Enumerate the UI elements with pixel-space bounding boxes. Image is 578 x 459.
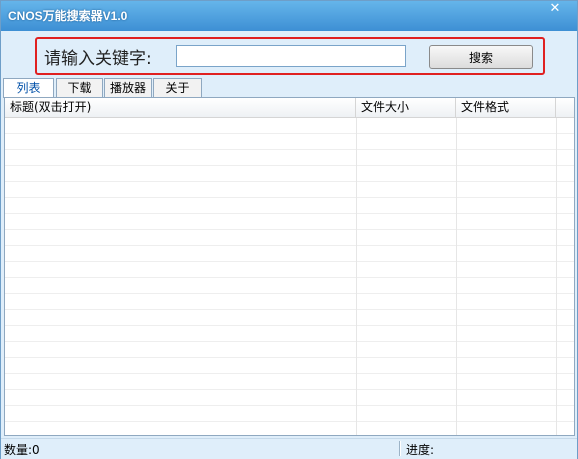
- tab-download[interactable]: 下载: [56, 78, 103, 97]
- window-title: CNOS万能搜索器V1.0: [8, 9, 128, 23]
- search-button[interactable]: 搜索: [429, 45, 533, 69]
- list-body[interactable]: [5, 118, 574, 435]
- title-bar[interactable]: CNOS万能搜索器V1.0 ✕: [1, 1, 577, 31]
- status-bar: 数量:0 进度:: [1, 438, 577, 459]
- column-divider: [356, 118, 357, 435]
- search-area: 请输入关键字: 搜索: [35, 37, 545, 75]
- status-divider: [399, 441, 401, 456]
- search-input[interactable]: [176, 45, 406, 67]
- tab-about[interactable]: 关于: [153, 78, 202, 97]
- column-header-format[interactable]: 文件格式: [456, 98, 556, 117]
- column-header-title[interactable]: 标题(双击打开): [5, 98, 356, 117]
- search-label: 请输入关键字:: [44, 49, 152, 69]
- status-progress: 进度:: [406, 443, 435, 457]
- column-header-size[interactable]: 文件大小: [356, 98, 456, 117]
- close-icon[interactable]: ✕: [543, 1, 567, 19]
- status-count: 数量:0: [4, 443, 40, 457]
- column-header-filler: [556, 98, 574, 117]
- app-window: CNOS万能搜索器V1.0 ✕ 请输入关键字: 搜索 列表 下载 播放器 关于 …: [0, 0, 578, 459]
- list-header: 标题(双击打开) 文件大小 文件格式: [5, 98, 574, 118]
- tab-list[interactable]: 列表: [3, 78, 54, 98]
- column-divider: [456, 118, 457, 435]
- column-divider: [556, 118, 557, 435]
- tab-player[interactable]: 播放器: [104, 78, 152, 97]
- file-list[interactable]: 标题(双击打开) 文件大小 文件格式: [4, 97, 575, 436]
